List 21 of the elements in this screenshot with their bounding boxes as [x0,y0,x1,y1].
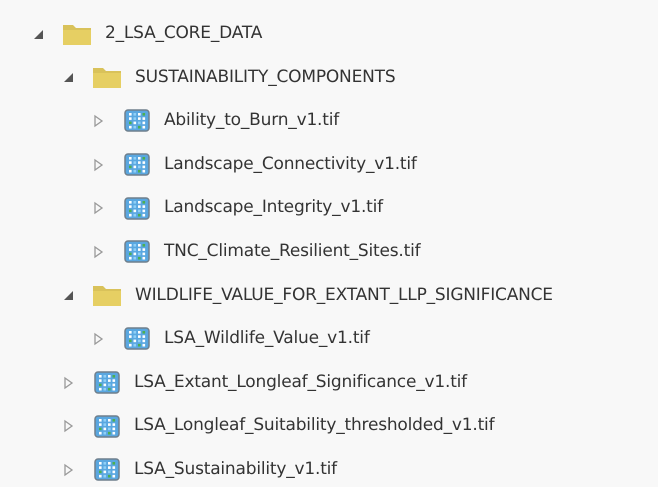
raster-icon [124,153,150,176]
tree-item-label[interactable]: Ability_to_Burn_v1.tif [164,108,340,134]
tree-item-label[interactable]: LSA_Extant_Longleaf_Significance_v1.tif [134,370,467,396]
raster-icon [94,458,120,482]
raster-icon [124,196,150,220]
raster-icon [124,109,150,132]
raster-icon [94,371,120,394]
tree-item-label[interactable]: Landscape_Integrity_v1.tif [164,195,383,221]
tree-item-label[interactable]: TNC_Climate_Resilient_Sites.tif [164,239,420,265]
folder-icon [92,283,122,308]
raster-icon [124,327,150,350]
tree-item-label[interactable]: 2_LSA_CORE_DATA [105,21,262,47]
folder-icon [92,65,122,90]
tree-item-label[interactable]: WILDLIFE_VALUE_FOR_EXTANT_LLP_SIGNIFICANCE [135,282,553,308]
tree-item-label[interactable]: Landscape_Connectivity_v1.tif [164,152,417,178]
tree-item-label[interactable]: LSA_Sustainability_v1.tif [134,456,337,482]
tree-item-label[interactable]: SUSTAINABILITY_COMPONENTS [135,64,396,90]
tree-item-label[interactable]: LSA_Wildlife_Value_v1.tif [164,326,370,352]
raster-icon [94,414,120,438]
raster-icon [124,240,150,264]
tree-item-label[interactable]: LSA_Longleaf_Suitability_thresholded_v1.tif [134,413,494,439]
